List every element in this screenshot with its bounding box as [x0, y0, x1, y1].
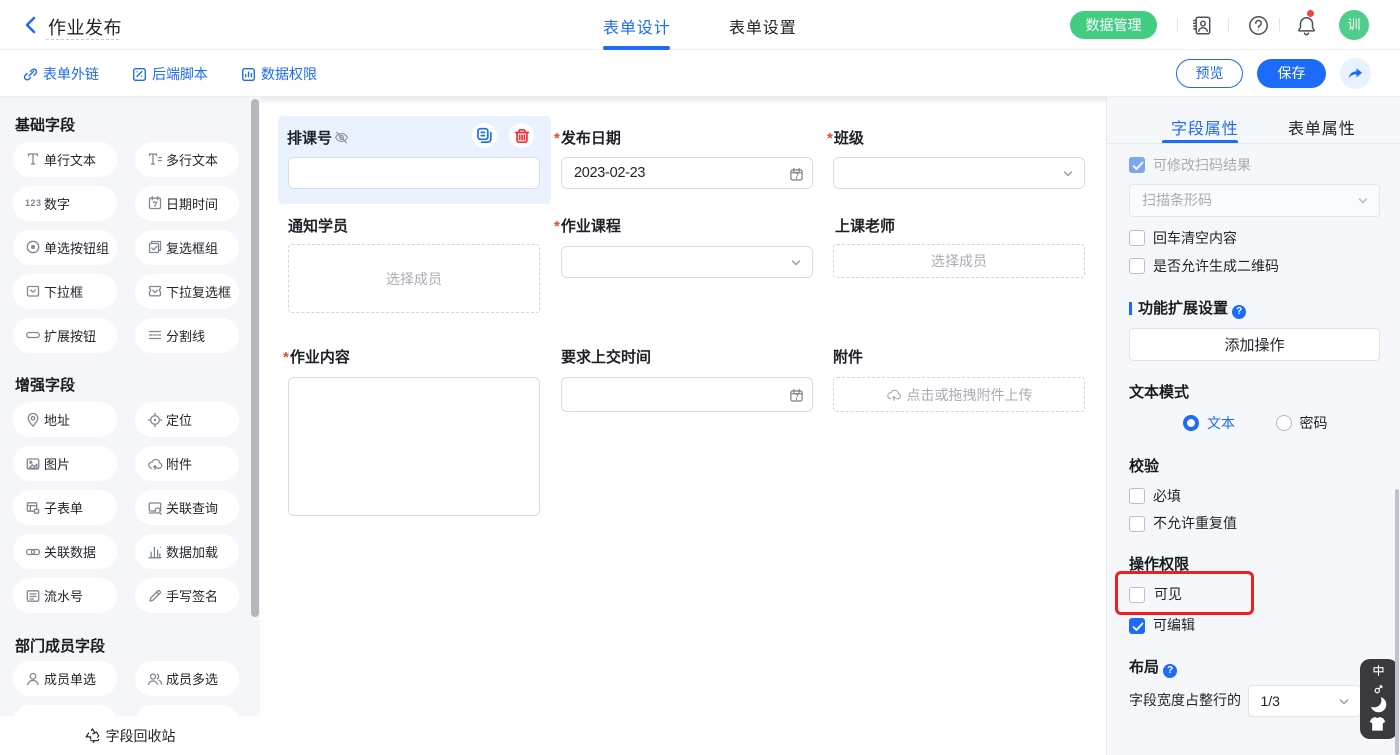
svg-text:7: 7 [794, 393, 799, 402]
